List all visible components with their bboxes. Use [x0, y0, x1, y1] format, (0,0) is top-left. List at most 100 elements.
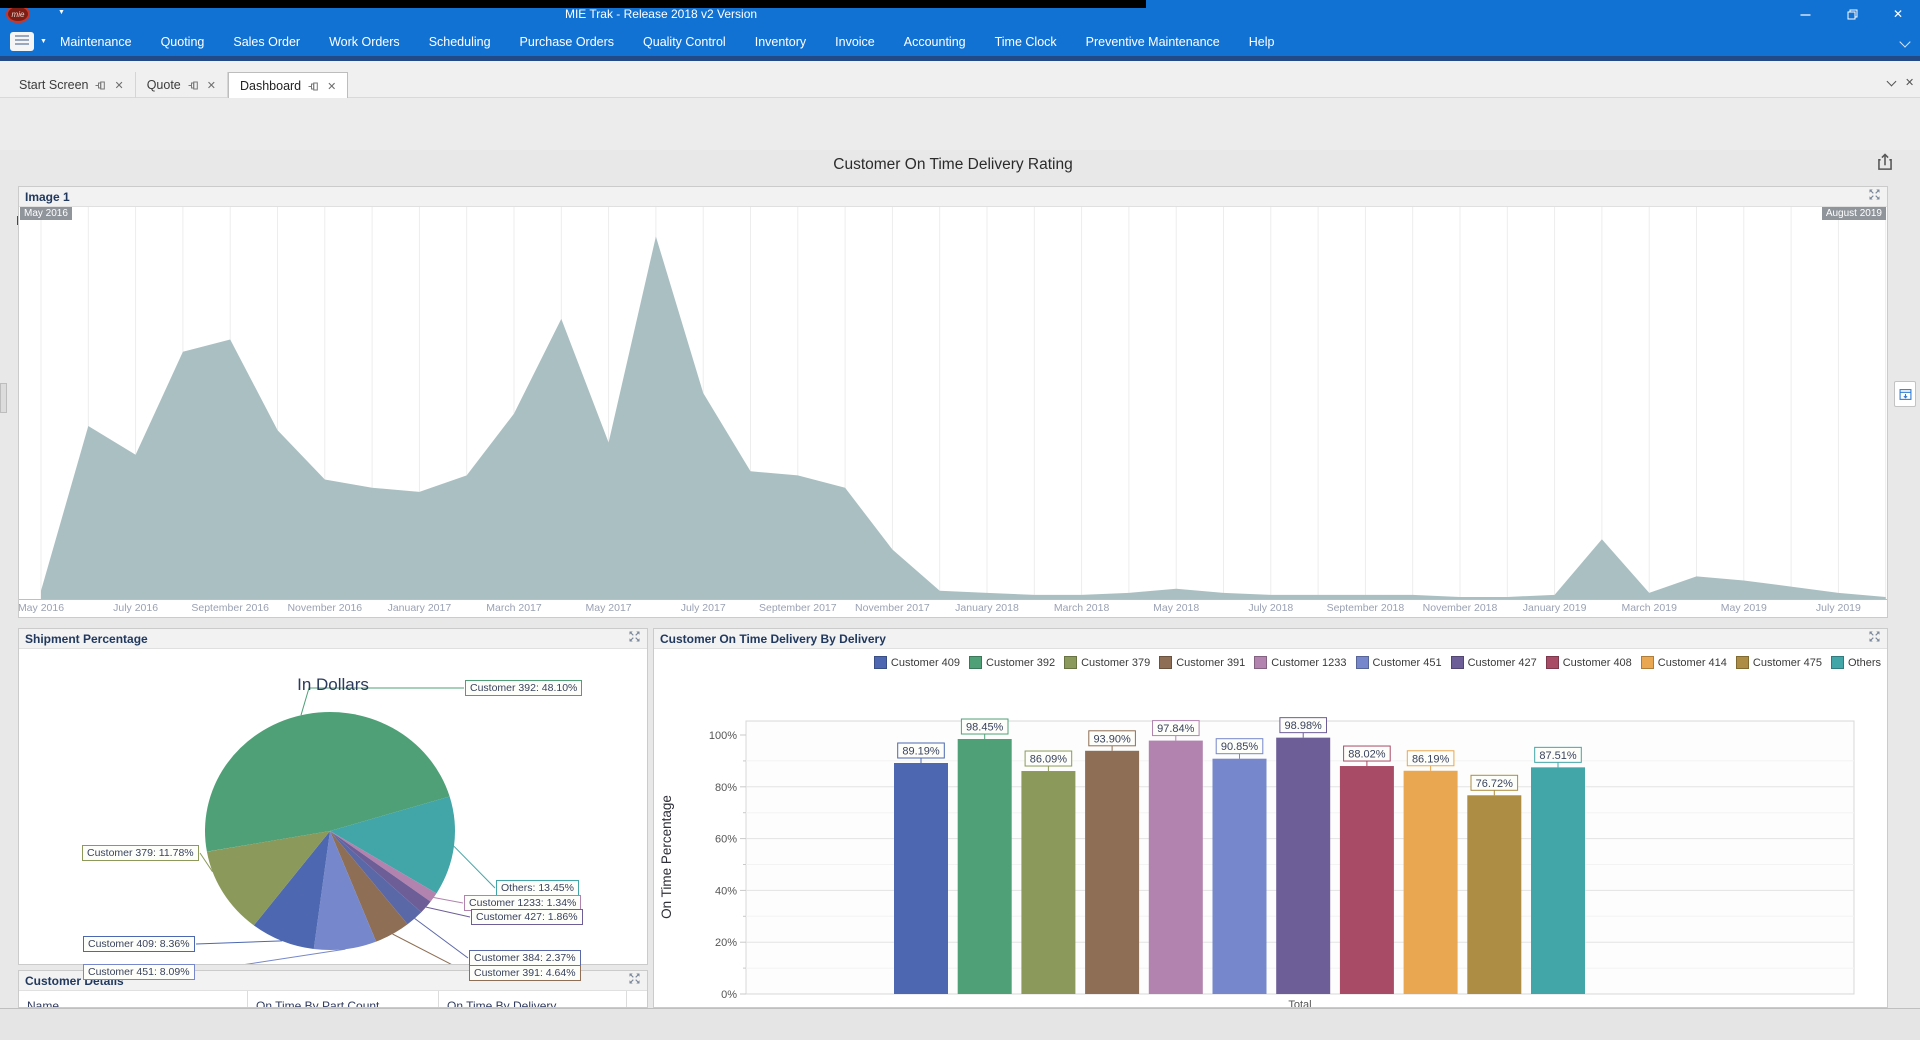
tab-quote[interactable]: Quote✕	[136, 72, 228, 98]
x-tick-label: May 2018	[1153, 602, 1199, 614]
legend-item-customer-475[interactable]: Customer 475	[1736, 656, 1822, 669]
close-icon[interactable]: ✕	[326, 80, 336, 93]
pin-icon[interactable]	[188, 80, 199, 91]
x-tick-label: July 2017	[681, 602, 726, 614]
expand-icon[interactable]	[628, 630, 641, 648]
restore-button[interactable]	[1833, 0, 1871, 28]
area-chart-svg[interactable]	[19, 207, 1887, 599]
bar-customer-475[interactable]	[1467, 795, 1521, 994]
legend-swatch	[1451, 656, 1464, 669]
application-window: mie ▼ MIE Trak - Release 2018 v2 Version…	[0, 0, 1920, 1040]
bar-customer-391[interactable]	[1085, 751, 1139, 994]
legend-swatch	[1064, 656, 1077, 669]
menu-item-invoice[interactable]: Invoice	[835, 35, 875, 49]
left-edge-handle[interactable]	[0, 383, 7, 413]
panel-delivery-title: Customer On Time Delivery By Delivery	[660, 632, 886, 646]
legend-item-customer-392[interactable]: Customer 392	[969, 656, 1055, 669]
legend-item-others[interactable]: Others	[1831, 656, 1881, 669]
legend-item-customer-391[interactable]: Customer 391	[1159, 656, 1245, 669]
details-column-1[interactable]: Name	[19, 991, 248, 1008]
bar-others[interactable]	[1531, 767, 1585, 994]
x-tick-label: January 2017	[388, 602, 452, 614]
svg-text:98.45%: 98.45%	[966, 722, 1004, 734]
menu-item-preventive-maintenance[interactable]: Preventive Maintenance	[1086, 35, 1220, 49]
legend-swatch	[1641, 656, 1654, 669]
pie-chart: In Dollars Customer 392: 48.10%Others: 1…	[19, 649, 647, 964]
bar-chart: 0%20%40%60%80%100%On Time Percentage89.1…	[654, 649, 1887, 1007]
legend-label: Customer 391	[1176, 657, 1245, 669]
close-icon[interactable]: ✕	[113, 79, 123, 92]
top-black-strip	[0, 0, 1146, 8]
x-tick-label: September 2018	[1327, 602, 1405, 614]
minimize-button[interactable]	[1786, 0, 1824, 28]
details-table-header: NameOn Time By Part CountOn Time By Deli…	[19, 991, 647, 1008]
pin-icon[interactable]	[95, 80, 106, 91]
share-export-icon[interactable]	[1874, 151, 1896, 173]
bar-customer-408[interactable]	[1340, 766, 1394, 994]
details-column-2[interactable]: On Time By Part Count	[248, 991, 439, 1008]
menu-item-scheduling[interactable]: Scheduling	[429, 35, 491, 49]
menu-item-sales-order[interactable]: Sales Order	[233, 35, 300, 49]
x-tick-label: January 2018	[955, 602, 1019, 614]
expand-icon[interactable]	[1868, 630, 1881, 648]
bar-customer-409[interactable]	[894, 763, 948, 994]
svg-text:87.51%: 87.51%	[1539, 750, 1577, 762]
details-column-3[interactable]: On Time By Delivery	[439, 991, 627, 1008]
pie-label-customer-391: Customer 391: 4.64%	[469, 965, 581, 981]
tab-list-chevron-icon[interactable]	[1887, 76, 1897, 86]
area-chart-x-axis: May 2016July 2016September 2016November …	[19, 599, 1887, 616]
flyout-panel-button[interactable]	[1894, 381, 1916, 407]
bar-customer-1233[interactable]	[1149, 741, 1203, 994]
menu-item-accounting[interactable]: Accounting	[904, 35, 966, 49]
menu-item-purchase-orders[interactable]: Purchase Orders	[520, 35, 614, 49]
menu-item-help[interactable]: Help	[1249, 35, 1275, 49]
legend-item-customer-451[interactable]: Customer 451	[1356, 656, 1442, 669]
document-tabs: Start Screen✕Quote✕Dashboard✕	[8, 72, 348, 98]
legend-swatch	[874, 656, 887, 669]
pie-label-customer-392: Customer 392: 48.10%	[465, 680, 582, 696]
tabbar-overflow-controls: ✕	[1888, 76, 1914, 89]
menu-item-quality-control[interactable]: Quality Control	[643, 35, 726, 49]
expand-icon[interactable]	[1868, 188, 1881, 206]
pie-label-customer-451: Customer 451: 8.09%	[83, 964, 195, 980]
x-tick-label: May 2017	[586, 602, 632, 614]
bar-customer-451[interactable]	[1213, 759, 1267, 994]
pin-icon[interactable]	[308, 81, 319, 92]
legend-item-customer-408[interactable]: Customer 408	[1546, 656, 1632, 669]
app-menu-chevron-icon[interactable]: ▼	[40, 38, 47, 45]
area-series[interactable]	[41, 236, 1886, 599]
menu-item-work-orders[interactable]: Work Orders	[329, 35, 400, 49]
panel-delivery-header: Customer On Time Delivery By Delivery	[654, 629, 1887, 649]
bar-customer-379[interactable]	[1021, 771, 1075, 994]
panel-shipment-header: Shipment Percentage	[19, 629, 647, 649]
close-icon[interactable]: ✕	[206, 79, 216, 92]
menu-item-time-clock[interactable]: Time Clock	[995, 35, 1057, 49]
pie-label-customer-427: Customer 427: 1.86%	[471, 909, 583, 925]
expand-icon[interactable]	[628, 972, 641, 990]
legend-item-customer-379[interactable]: Customer 379	[1064, 656, 1150, 669]
tab-dashboard[interactable]: Dashboard✕	[228, 72, 348, 99]
tab-close-all-icon[interactable]: ✕	[1905, 76, 1914, 89]
panel-shipment-percentage: Shipment Percentage In Dollars Customer …	[18, 628, 648, 965]
svg-text:98.98%: 98.98%	[1285, 720, 1323, 732]
close-button[interactable]: ✕	[1879, 0, 1917, 28]
range-end-label: August 2019	[1822, 207, 1886, 220]
menu-item-maintenance[interactable]: Maintenance	[60, 35, 132, 49]
tab-start-screen[interactable]: Start Screen✕	[8, 72, 136, 98]
menu-item-quoting[interactable]: Quoting	[161, 35, 205, 49]
x-tick-label: May 2016	[19, 602, 64, 614]
legend-label: Others	[1848, 657, 1881, 669]
app-menu-icon[interactable]	[10, 32, 34, 51]
svg-text:40%: 40%	[715, 885, 737, 897]
svg-text:93.90%: 93.90%	[1093, 733, 1131, 745]
legend-item-customer-427[interactable]: Customer 427	[1451, 656, 1537, 669]
legend-item-customer-1233[interactable]: Customer 1233	[1254, 656, 1346, 669]
legend-item-customer-414[interactable]: Customer 414	[1641, 656, 1727, 669]
pin-icon	[188, 80, 199, 91]
bar-customer-427[interactable]	[1276, 738, 1330, 994]
legend-item-customer-409[interactable]: Customer 409	[874, 656, 960, 669]
bar-customer-392[interactable]	[958, 739, 1012, 994]
bar-customer-414[interactable]	[1404, 771, 1458, 994]
menu-item-inventory[interactable]: Inventory	[755, 35, 806, 49]
quick-access-chevron-icon[interactable]: ▼	[58, 9, 65, 16]
